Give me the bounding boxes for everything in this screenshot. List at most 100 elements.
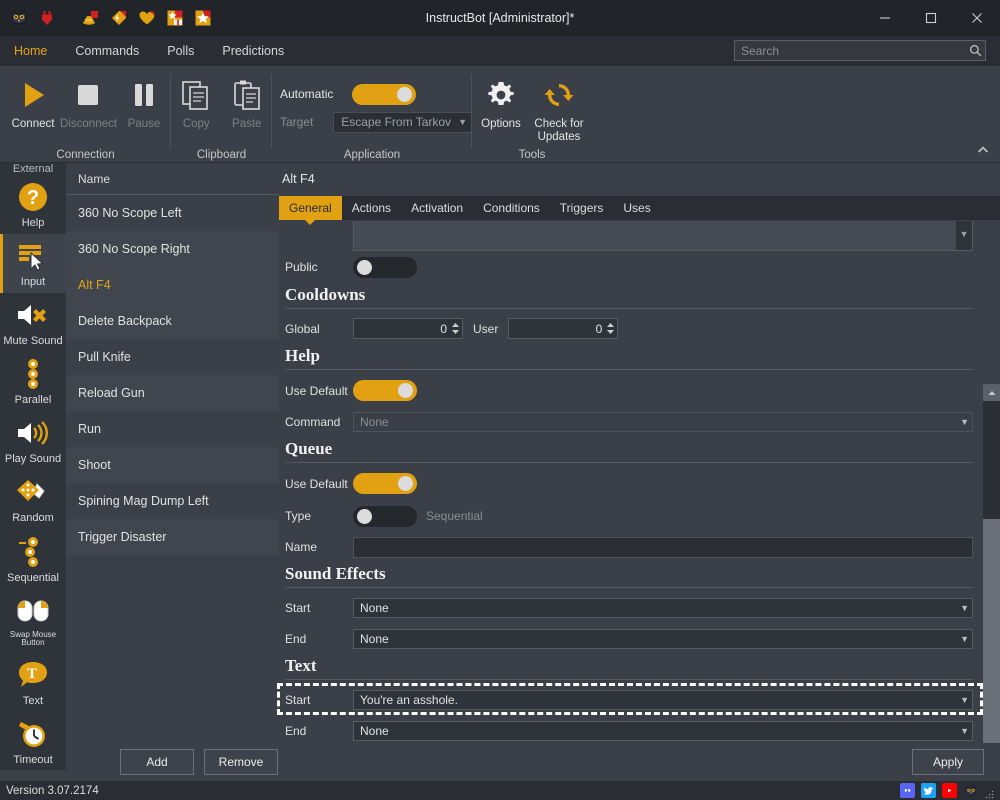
- collapse-ribbon-button[interactable]: [972, 140, 994, 160]
- tab-activation[interactable]: Activation: [401, 196, 473, 220]
- detail-vertical-scrollbar[interactable]: [983, 384, 1000, 800]
- automatic-toggle[interactable]: [352, 83, 416, 105]
- twitter-icon[interactable]: [921, 783, 936, 798]
- rail-item-sequential[interactable]: Sequential: [0, 530, 66, 589]
- owl-logo-icon[interactable]: [963, 783, 978, 798]
- options-button[interactable]: Options: [472, 72, 530, 131]
- rail-item-help[interactable]: ? Help: [0, 175, 66, 234]
- rail-item-random[interactable]: Random: [0, 470, 66, 529]
- coins-icon[interactable]: [78, 5, 104, 31]
- maximize-button[interactable]: [908, 0, 954, 36]
- copy-button[interactable]: Copy: [171, 72, 222, 131]
- star-gift-icon[interactable]: [162, 5, 188, 31]
- disconnect-button[interactable]: Disconnect: [60, 72, 117, 131]
- list-item[interactable]: Run: [66, 411, 279, 447]
- remove-button[interactable]: Remove: [204, 749, 278, 775]
- search-box[interactable]: [734, 40, 986, 61]
- tab-general[interactable]: General: [279, 196, 342, 220]
- tab-conditions[interactable]: Conditions: [473, 196, 550, 220]
- heart-icon[interactable]: [134, 5, 160, 31]
- text-heading: Text: [285, 656, 317, 675]
- rail-item-parallel[interactable]: Parallel: [0, 352, 66, 411]
- queue-type-label: Type: [285, 509, 312, 523]
- search-icon[interactable]: [965, 44, 985, 57]
- connect-button[interactable]: Connect: [6, 72, 60, 131]
- stepper-arrows[interactable]: [451, 322, 460, 335]
- list-item[interactable]: Pull Knife: [66, 339, 279, 375]
- user-cooldown-stepper[interactable]: 0: [508, 318, 619, 339]
- help-use-default-toggle[interactable]: [353, 380, 417, 401]
- rail-item-mute-sound[interactable]: Mute Sound: [0, 293, 66, 352]
- bolt-tag-icon[interactable]: [106, 5, 132, 31]
- discord-icon[interactable]: [900, 783, 915, 798]
- action-type-rail[interactable]: External ? Help Input Mute Sound Paralle…: [0, 163, 66, 770]
- sound-end-dropdown[interactable]: None ▼: [353, 628, 973, 649]
- sound-start-label: Start: [285, 600, 311, 615]
- text-start-dropdown[interactable]: You're an asshole. ▼: [353, 689, 973, 710]
- search-input[interactable]: [735, 43, 965, 58]
- ribbon-group-tools-label: Tools: [518, 149, 546, 161]
- check-for-updates-button[interactable]: Check for Updates: [530, 72, 588, 144]
- queue-heading: Queue: [285, 439, 333, 458]
- chevron-down-icon[interactable]: ▼: [956, 221, 972, 250]
- cooldowns-row: Global 0 User 0: [279, 313, 979, 344]
- stepper-arrows[interactable]: [606, 322, 615, 335]
- toggle-knob: [397, 86, 412, 102]
- pause-button[interactable]: Pause: [117, 72, 171, 131]
- rail-item-help-label: Help: [21, 217, 45, 229]
- youtube-icon[interactable]: [942, 783, 957, 798]
- queue-type-toggle[interactable]: [353, 505, 417, 527]
- rail-item-timeout[interactable]: Timeout: [0, 712, 66, 770]
- list-item[interactable]: Spining Mag Dump Left: [66, 483, 279, 519]
- user-cooldown-label: User: [473, 321, 499, 336]
- list-item[interactable]: Delete Backpack: [66, 303, 279, 339]
- queue-name-input[interactable]: [353, 536, 973, 558]
- queue-use-default-label: Use Default: [285, 476, 348, 491]
- queue-name-row: Name: [279, 532, 979, 562]
- owl-logo-icon[interactable]: [6, 5, 32, 31]
- rail-item-text[interactable]: T Text: [0, 653, 66, 712]
- action-bar: Add Remove Apply: [66, 743, 1000, 781]
- text-end-dropdown[interactable]: None ▼: [353, 720, 973, 741]
- public-toggle[interactable]: [353, 256, 417, 278]
- svg-text:T: T: [27, 666, 37, 682]
- list-item[interactable]: Shoot: [66, 447, 279, 483]
- tab-uses[interactable]: Uses: [613, 196, 660, 220]
- status-bar: Version 3.07.2174: [0, 781, 1000, 800]
- plug-icon[interactable]: [34, 5, 60, 31]
- rail-item-swap-mouse-button[interactable]: Swap Mouse Button: [0, 589, 66, 654]
- connect-label: Connect: [11, 118, 55, 130]
- user-cooldown-value: 0: [595, 321, 603, 336]
- sound-start-value: None: [360, 600, 389, 615]
- paste-button[interactable]: Paste: [222, 72, 273, 131]
- target-dropdown[interactable]: Escape From Tarkov ▼: [333, 111, 472, 133]
- title-bar: InstructBot [Administrator]*: [0, 0, 1000, 36]
- scroll-up-button[interactable]: [983, 384, 1000, 401]
- list-item[interactable]: Reload Gun: [66, 375, 279, 411]
- rail-item-play-sound[interactable]: Play Sound: [0, 411, 66, 470]
- tab-actions[interactable]: Actions: [342, 196, 401, 220]
- sound-start-dropdown[interactable]: None ▼: [353, 597, 973, 618]
- minimize-button[interactable]: [862, 0, 908, 36]
- ribbon-group-connection-label: Connection: [56, 149, 115, 161]
- close-button[interactable]: [954, 0, 1000, 36]
- global-cooldown-stepper[interactable]: 0: [353, 318, 463, 339]
- tab-polls[interactable]: Polls: [153, 36, 208, 66]
- help-command-dropdown[interactable]: None ▼: [353, 412, 973, 432]
- tab-predictions[interactable]: Predictions: [208, 36, 298, 66]
- add-button[interactable]: Add: [120, 749, 194, 775]
- tab-home[interactable]: Home: [0, 36, 61, 66]
- rail-item-input[interactable]: Input: [0, 234, 66, 294]
- queue-use-default-toggle[interactable]: [353, 473, 417, 494]
- description-textarea[interactable]: ▼: [353, 221, 973, 251]
- rail-partial-top-label: External: [12, 163, 54, 175]
- list-item-selected[interactable]: Alt F4: [66, 267, 279, 303]
- tab-commands[interactable]: Commands: [61, 36, 153, 66]
- list-item[interactable]: 360 No Scope Right: [66, 231, 279, 267]
- apply-button[interactable]: Apply: [912, 749, 984, 775]
- list-item[interactable]: Trigger Disaster: [66, 519, 279, 555]
- list-item[interactable]: 360 No Scope Left: [66, 195, 279, 231]
- tab-triggers[interactable]: Triggers: [550, 196, 614, 220]
- resize-grip-icon[interactable]: [984, 786, 994, 798]
- star-icon[interactable]: [190, 5, 216, 31]
